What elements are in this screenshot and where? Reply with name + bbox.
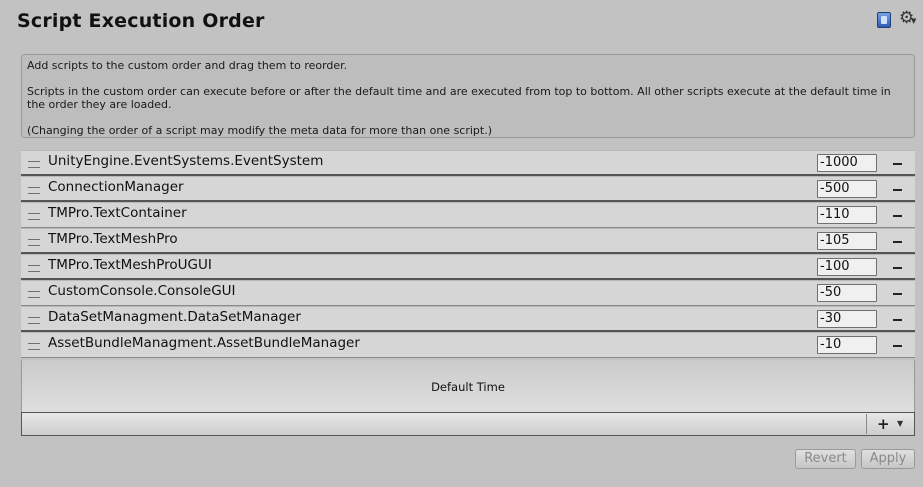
drag-handle-icon[interactable]	[28, 291, 40, 298]
script-name: AssetBundleManagment.AssetBundleManager	[48, 335, 360, 351]
minus-icon[interactable]	[893, 215, 902, 217]
chevron-down-icon: ▼	[897, 419, 904, 428]
script-name: DataSetManagment.DataSetManager	[48, 309, 301, 325]
script-row[interactable]: CustomConsole.ConsoleGUI -50	[21, 280, 915, 306]
drag-handle-icon[interactable]	[28, 239, 40, 246]
default-time-marker: Default Time	[21, 360, 915, 412]
minus-icon[interactable]	[893, 189, 902, 191]
script-row[interactable]: AssetBundleManagment.AssetBundleManager …	[21, 332, 915, 358]
info-box: Add scripts to the custom order and drag…	[21, 54, 915, 138]
minus-icon[interactable]	[893, 319, 902, 321]
script-name: UnityEngine.EventSystems.EventSystem	[48, 153, 324, 169]
script-row[interactable]: TMPro.TextMeshPro -105	[21, 228, 915, 254]
drag-handle-icon[interactable]	[28, 265, 40, 272]
minus-icon[interactable]	[893, 241, 902, 243]
order-field[interactable]: -30	[817, 310, 877, 328]
info-line-1: Add scripts to the custom order and drag…	[27, 59, 348, 72]
order-field[interactable]: -10	[817, 336, 877, 354]
order-field[interactable]: -110	[817, 206, 877, 224]
script-name: TMPro.TextMeshPro	[48, 231, 178, 247]
order-field[interactable]: -105	[817, 232, 877, 250]
order-field[interactable]: -50	[817, 284, 877, 302]
minus-icon[interactable]	[893, 345, 902, 347]
script-order-list: UnityEngine.EventSystems.EventSystem -10…	[21, 150, 915, 358]
script-row[interactable]: TMPro.TextContainer -110	[21, 202, 915, 228]
revert-button[interactable]: Revert	[795, 449, 856, 469]
list-footer: + ▼	[21, 412, 915, 436]
drag-handle-icon[interactable]	[28, 161, 40, 168]
script-row[interactable]: UnityEngine.EventSystems.EventSystem -10…	[21, 150, 915, 176]
script-name: CustomConsole.ConsoleGUI	[48, 283, 236, 299]
script-row[interactable]: TMPro.TextMeshProUGUI -100	[21, 254, 915, 280]
info-line-3: (Changing the order of a script may modi…	[27, 124, 493, 137]
drag-handle-icon[interactable]	[28, 187, 40, 194]
drag-handle-icon[interactable]	[28, 343, 40, 350]
minus-icon[interactable]	[893, 163, 902, 165]
info-line-2: Scripts in the custom order can execute …	[27, 85, 891, 111]
script-name: ConnectionManager	[48, 179, 184, 195]
minus-icon[interactable]	[893, 267, 902, 269]
minus-icon[interactable]	[893, 293, 902, 295]
drag-handle-icon[interactable]	[28, 213, 40, 220]
script-name: TMPro.TextMeshProUGUI	[48, 257, 212, 273]
script-name: TMPro.TextContainer	[48, 205, 187, 221]
page-title: Script Execution Order	[17, 10, 265, 32]
help-icon[interactable]	[877, 12, 891, 28]
apply-button[interactable]: Apply	[861, 449, 915, 469]
script-row[interactable]: ConnectionManager -500	[21, 176, 915, 202]
drag-handle-icon[interactable]	[28, 317, 40, 324]
plus-icon: +	[877, 415, 890, 433]
order-field[interactable]: -1000	[817, 154, 877, 172]
order-field[interactable]: -100	[817, 258, 877, 276]
order-field[interactable]: -500	[817, 180, 877, 198]
script-row[interactable]: DataSetManagment.DataSetManager -30	[21, 306, 915, 332]
add-script-button[interactable]: + ▼	[866, 414, 912, 434]
chevron-down-icon: ▼	[911, 17, 917, 25]
